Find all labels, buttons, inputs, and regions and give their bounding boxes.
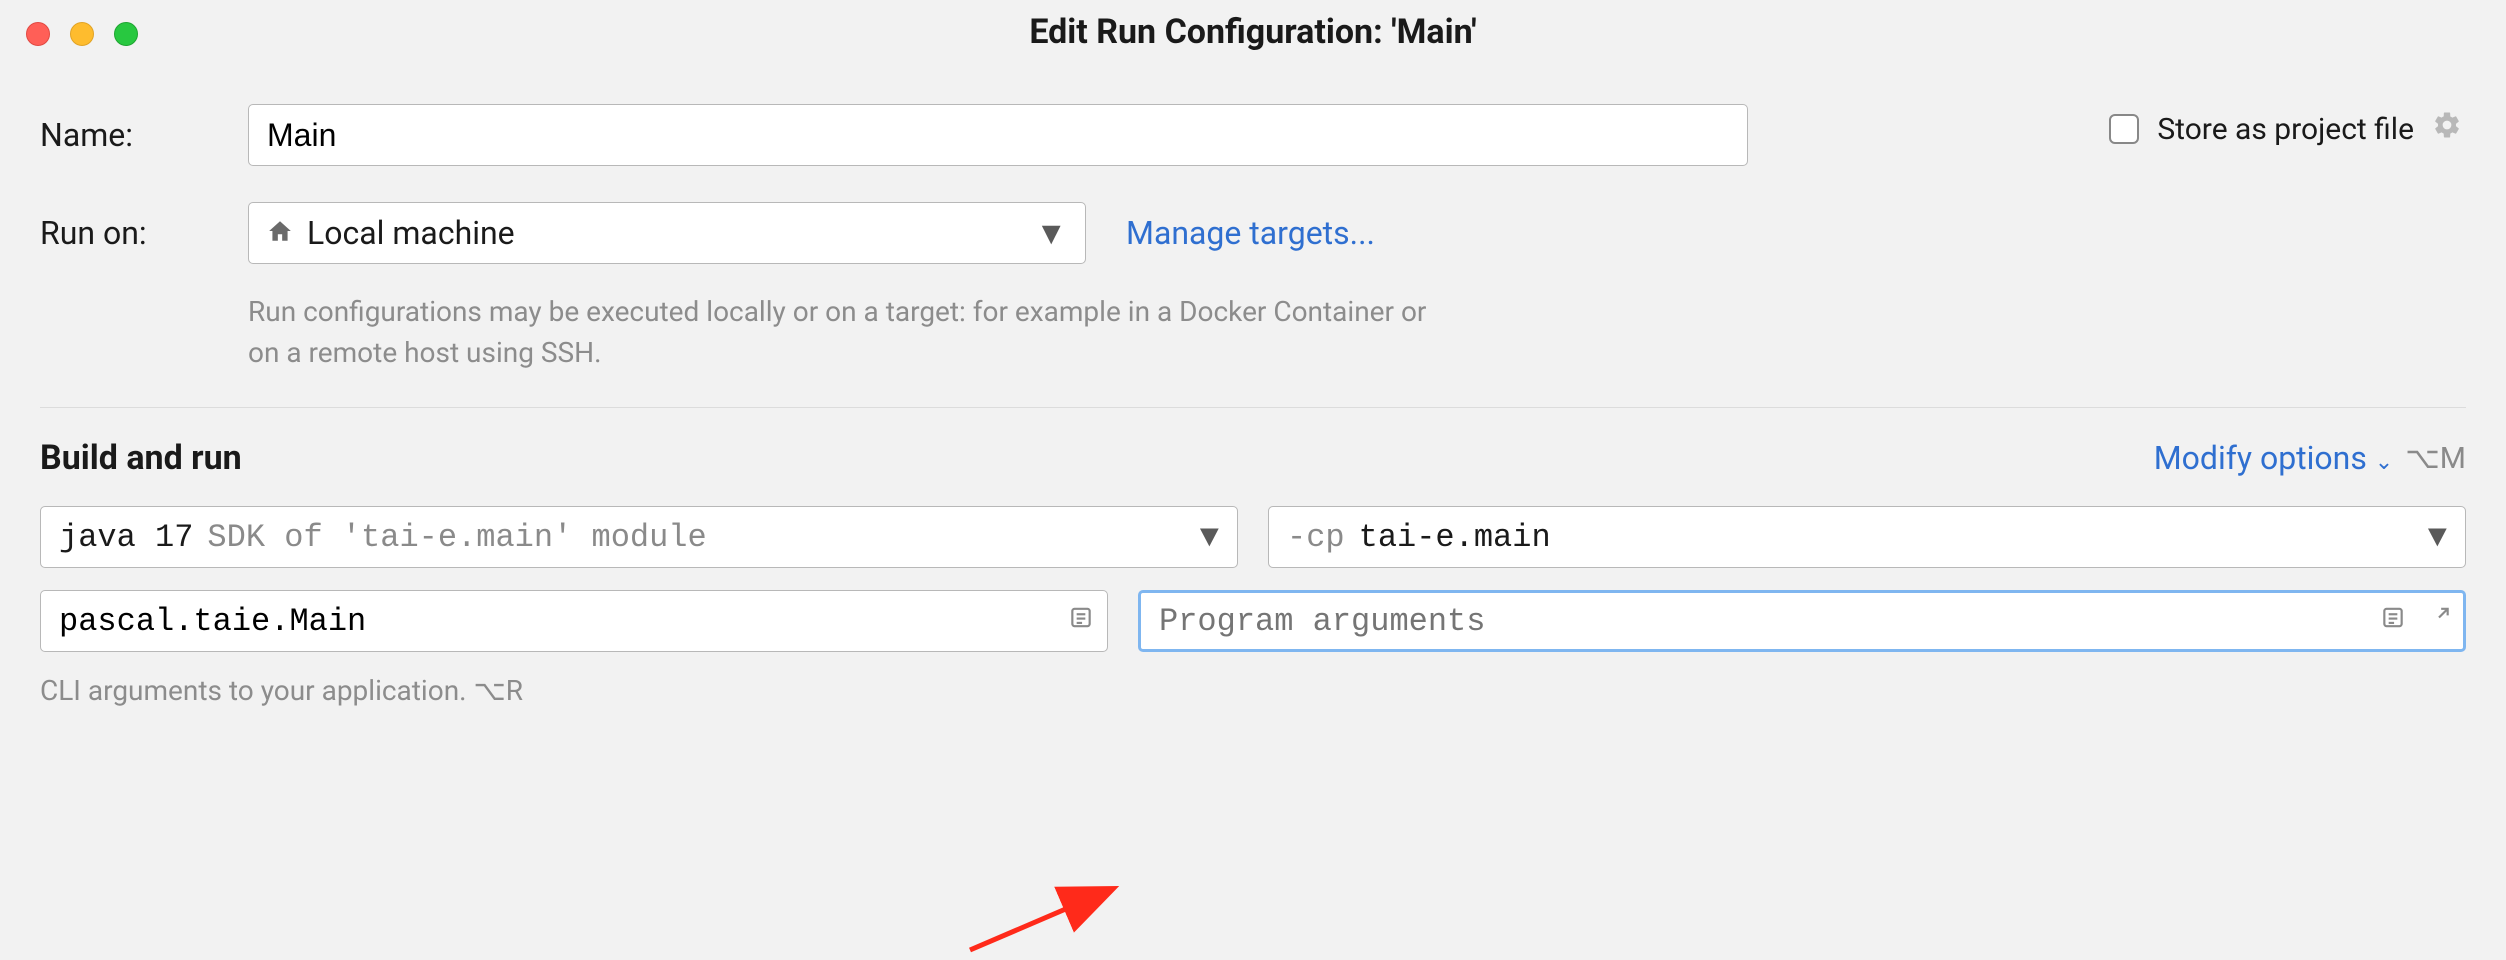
classpath-value: tai-e.main — [1359, 519, 1551, 556]
name-input[interactable] — [248, 104, 1748, 166]
chevron-down-icon: ⌄ — [2375, 450, 2393, 475]
name-label: Name: — [40, 116, 248, 154]
sdk-hint: SDK of 'tai-e.main' module — [207, 519, 706, 556]
chevron-down-icon: ▼ — [1035, 214, 1067, 252]
store-checkbox[interactable] — [2109, 114, 2139, 144]
cli-help-text: CLI arguments to your application. ⌥R — [40, 674, 2466, 707]
run-on-value: Local machine — [307, 214, 515, 252]
store-checkbox-label: Store as project file — [2157, 112, 2414, 147]
modify-options-shortcut: ⌥M — [2405, 441, 2466, 476]
main-class-input[interactable] — [40, 590, 1108, 652]
store-as-project-file[interactable]: Store as project file — [2109, 110, 2462, 148]
run-on-select[interactable]: Local machine ▼ — [248, 202, 1086, 264]
classpath-select[interactable]: -cp tai-e.main ▼ — [1268, 506, 2466, 568]
annotation-arrow — [960, 880, 1140, 960]
chevron-down-icon: ▼ — [2428, 519, 2447, 556]
sdk-select[interactable]: java 17 SDK of 'tai-e.main' module ▼ — [40, 506, 1238, 568]
sdk-value: java 17 — [59, 519, 193, 556]
cli-shortcut: ⌥R — [474, 674, 524, 707]
run-on-help-text: Run configurations may be executed local… — [248, 292, 1448, 373]
expand-icon[interactable] — [2426, 604, 2452, 639]
build-and-run-title: Build and run — [40, 438, 242, 478]
section-separator — [40, 407, 2466, 408]
home-icon — [267, 214, 293, 252]
gear-icon[interactable] — [2432, 110, 2462, 148]
classpath-prefix: -cp — [1287, 519, 1345, 556]
list-icon[interactable] — [2380, 604, 2406, 639]
run-on-label: Run on: — [40, 214, 248, 252]
modify-options-link[interactable]: Modify options ⌄ — [2154, 439, 2394, 477]
window-title: Edit Run Configuration: 'Main' — [0, 12, 2506, 52]
list-icon[interactable] — [1068, 604, 1094, 639]
manage-targets-link[interactable]: Manage targets... — [1126, 214, 1375, 252]
chevron-down-icon: ▼ — [1200, 519, 1219, 556]
program-arguments-input[interactable] — [1138, 590, 2466, 652]
